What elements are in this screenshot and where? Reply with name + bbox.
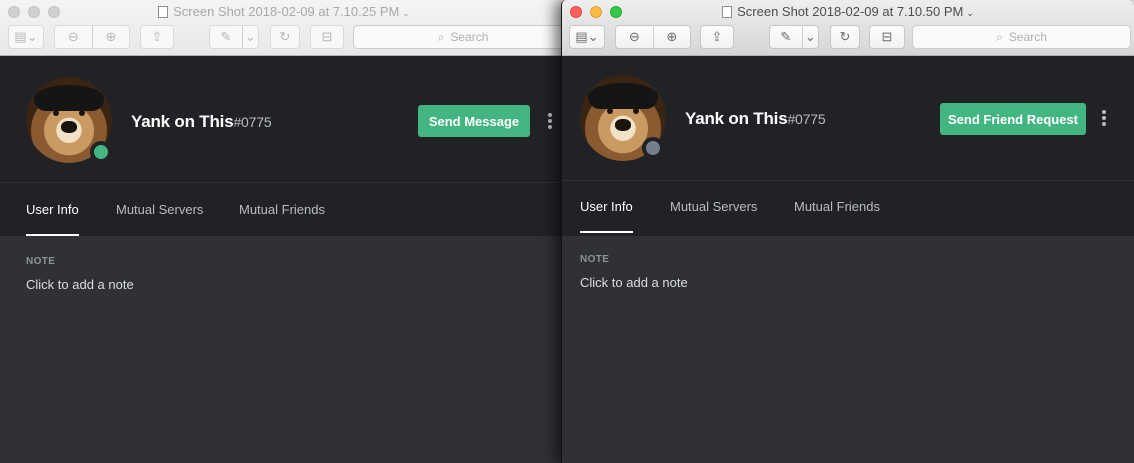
window-titlebar: Screen Shot 2018-02-09 at 7.10.25 PM ⌄ ▤⌄… bbox=[0, 0, 568, 56]
send-message-button[interactable]: Send Message bbox=[418, 105, 530, 137]
chevron-down-icon: ⌄ bbox=[402, 8, 410, 18]
send-friend-request-button[interactable]: Send Friend Request bbox=[940, 103, 1086, 135]
pen-icon: ✎ bbox=[780, 29, 792, 44]
markup-menu-button[interactable]: ⌄ bbox=[241, 26, 258, 48]
zoom-in-button[interactable]: ⊕ bbox=[652, 26, 690, 48]
preview-window-right: Screen Shot 2018-02-09 at 7.10.50 PM ⌄ ▤⌄… bbox=[561, 0, 1134, 463]
toolbox-button[interactable]: ⊟ bbox=[869, 25, 905, 49]
tab-mutual-friends[interactable]: Mutual Friends bbox=[239, 183, 325, 236]
rotate-button[interactable]: ↻ bbox=[270, 25, 300, 49]
note-label: NOTE bbox=[26, 256, 56, 267]
note-input[interactable]: Click to add a note bbox=[580, 275, 688, 290]
avatar bbox=[580, 75, 666, 161]
tab-user-info[interactable]: User Info bbox=[26, 183, 79, 236]
zoom-control: ⊖ ⊕ bbox=[54, 25, 130, 49]
share-icon: ⇪ bbox=[151, 29, 163, 44]
profile-tabs: User Info Mutual Servers Mutual Friends bbox=[0, 183, 568, 236]
profile-username: Yank on This#0775 bbox=[131, 112, 272, 131]
note-label: NOTE bbox=[580, 254, 610, 265]
more-vertical-icon[interactable] bbox=[1099, 107, 1109, 129]
window-toolbar: ▤⌄ ⊖ ⊕ ⇪ ✎ ⌄ ↻ ⊟ ⌕ Search bbox=[0, 25, 568, 51]
zoom-in-icon: ⊕ bbox=[666, 29, 678, 44]
sidebar-icon: ▤⌄ bbox=[575, 29, 599, 44]
share-button[interactable]: ⇪ bbox=[700, 25, 734, 49]
window-titlebar: Screen Shot 2018-02-09 at 7.10.50 PM ⌄ ▤⌄… bbox=[562, 0, 1134, 56]
preview-window-left: Screen Shot 2018-02-09 at 7.10.25 PM ⌄ ▤⌄… bbox=[0, 0, 568, 463]
window-toolbar: ▤⌄ ⊖ ⊕ ⇪ ✎ ⌄ ↻ ⊟ ⌕ Search bbox=[562, 25, 1134, 51]
profile-modal: Yank on This#0775 Send Friend Request Us… bbox=[562, 56, 1134, 463]
markup-button[interactable]: ✎ bbox=[210, 26, 242, 48]
rotate-button[interactable]: ↻ bbox=[830, 25, 860, 49]
zoom-control: ⊖ ⊕ bbox=[615, 25, 691, 49]
chevron-down-icon: ⌄ bbox=[966, 8, 974, 18]
zoom-out-icon: ⊖ bbox=[628, 29, 640, 44]
zoom-out-button[interactable]: ⊖ bbox=[616, 26, 653, 48]
toolbox-button[interactable]: ⊟ bbox=[310, 25, 344, 49]
chevron-down-icon: ⌄ bbox=[804, 29, 816, 44]
profile-modal: Yank on This#0775 Send Message User Info… bbox=[0, 56, 568, 463]
sidebar-toggle-button[interactable]: ▤⌄ bbox=[569, 25, 605, 49]
status-offline-indicator bbox=[642, 137, 664, 159]
profile-header: Yank on This#0775 Send Friend Request Us… bbox=[562, 56, 1134, 236]
tab-user-info[interactable]: User Info bbox=[580, 180, 633, 233]
document-icon bbox=[158, 6, 169, 18]
pen-icon: ✎ bbox=[220, 29, 232, 44]
sidebar-toggle-button[interactable]: ▤⌄ bbox=[8, 25, 44, 49]
search-icon: ⌕ bbox=[996, 29, 1003, 44]
markup-button[interactable]: ✎ bbox=[770, 26, 802, 48]
more-vertical-icon[interactable] bbox=[545, 110, 555, 132]
tab-mutual-servers[interactable]: Mutual Servers bbox=[116, 183, 203, 236]
search-field[interactable]: ⌕ Search bbox=[912, 25, 1131, 49]
tab-mutual-servers[interactable]: Mutual Servers bbox=[670, 180, 757, 233]
rotate-icon: ↻ bbox=[839, 29, 851, 44]
window-title[interactable]: Screen Shot 2018-02-09 at 7.10.50 PM ⌄ bbox=[562, 4, 1134, 19]
zoom-in-button[interactable]: ⊕ bbox=[91, 26, 129, 48]
zoom-out-icon: ⊖ bbox=[67, 29, 79, 44]
tab-mutual-friends[interactable]: Mutual Friends bbox=[794, 180, 880, 233]
zoom-in-icon: ⊕ bbox=[105, 29, 117, 44]
search-icon: ⌕ bbox=[437, 29, 445, 44]
search-field[interactable]: ⌕ Search bbox=[353, 25, 568, 49]
rotate-icon: ↻ bbox=[279, 29, 291, 44]
avatar bbox=[26, 77, 112, 163]
chevron-down-icon: ⌄ bbox=[244, 29, 256, 44]
sidebar-icon: ▤⌄ bbox=[14, 29, 38, 44]
toolbox-icon: ⊟ bbox=[321, 29, 333, 44]
share-button[interactable]: ⇪ bbox=[140, 25, 174, 49]
markup-control: ✎ ⌄ bbox=[209, 25, 259, 49]
markup-menu-button[interactable]: ⌄ bbox=[801, 26, 818, 48]
zoom-out-button[interactable]: ⊖ bbox=[55, 26, 92, 48]
profile-tabs: User Info Mutual Servers Mutual Friends bbox=[562, 180, 1134, 233]
profile-discriminator: #0775 bbox=[233, 114, 272, 130]
markup-control: ✎ ⌄ bbox=[769, 25, 819, 49]
document-icon bbox=[722, 6, 733, 18]
status-online-indicator bbox=[90, 141, 112, 163]
profile-username: Yank on This#0775 bbox=[685, 109, 826, 128]
profile-header: Yank on This#0775 Send Message User Info… bbox=[0, 56, 568, 236]
toolbox-icon: ⊟ bbox=[881, 29, 893, 44]
profile-discriminator: #0775 bbox=[787, 111, 826, 127]
note-input[interactable]: Click to add a note bbox=[26, 277, 134, 292]
share-icon: ⇪ bbox=[711, 29, 723, 44]
window-title[interactable]: Screen Shot 2018-02-09 at 7.10.25 PM ⌄ bbox=[0, 4, 568, 19]
